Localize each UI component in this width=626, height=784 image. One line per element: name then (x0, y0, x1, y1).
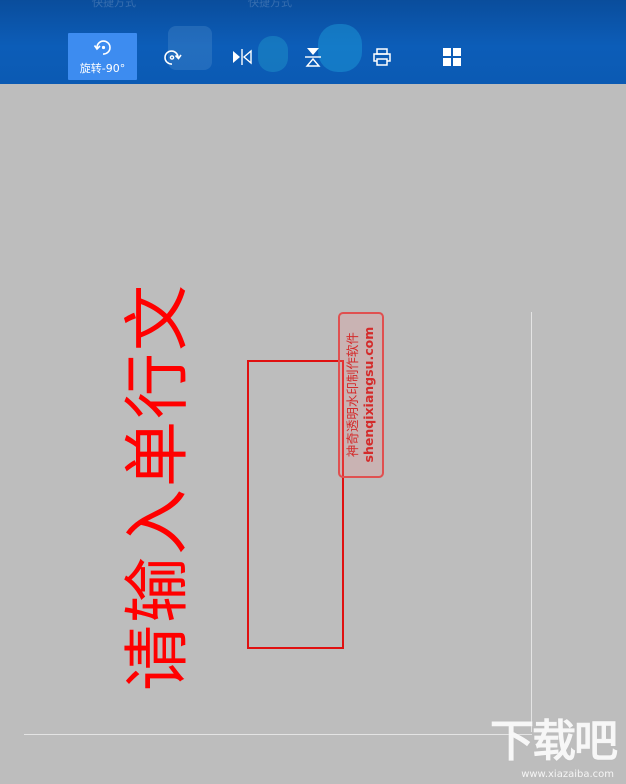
ghost-shortcut-label: 快捷方式 (248, 0, 292, 9)
site-logo-url: www.xiazaiba.com (521, 769, 614, 780)
grid-view-button[interactable] (437, 33, 467, 80)
rotate-label: 旋转-90° (79, 62, 126, 75)
watermark-line-url: shenqixiangsu.com (361, 327, 376, 463)
flip-horizontal-button[interactable] (227, 33, 257, 80)
page-guide-vertical (531, 312, 532, 732)
rotate-cw-button[interactable] (158, 33, 188, 80)
text-selection-box[interactable] (247, 360, 344, 649)
rotate-cw-icon (164, 49, 182, 65)
watermark-line-cn: 神奇透明水印制作软件 (345, 332, 361, 458)
ghost-shortcut-label: 快捷方式 (92, 0, 136, 9)
rotate-ccw-button[interactable]: 旋转-90° (68, 33, 137, 80)
print-button[interactable] (367, 33, 397, 80)
rotated-text: 请输入单行文 (119, 283, 196, 691)
watermark-stamp: 神奇透明水印制作软件 shenqixiangsu.com (338, 312, 384, 478)
flip-vertical-icon (305, 47, 321, 67)
grid-icon (443, 47, 461, 66)
background-icon (258, 36, 288, 72)
site-logo-text: 下载吧 (490, 716, 618, 767)
toolbar: 快捷方式 快捷方式 旋转-90° (0, 0, 626, 84)
site-logo: 下载吧 www.xiazaiba.com (486, 716, 618, 781)
rotated-text-layer[interactable]: 请输入单行文 (119, 262, 196, 712)
flip-vertical-button[interactable] (298, 33, 328, 80)
print-icon (373, 47, 391, 66)
flip-horizontal-icon (233, 48, 252, 65)
rotate-ccw-icon (93, 40, 111, 55)
page-guide-horizontal (24, 734, 532, 735)
